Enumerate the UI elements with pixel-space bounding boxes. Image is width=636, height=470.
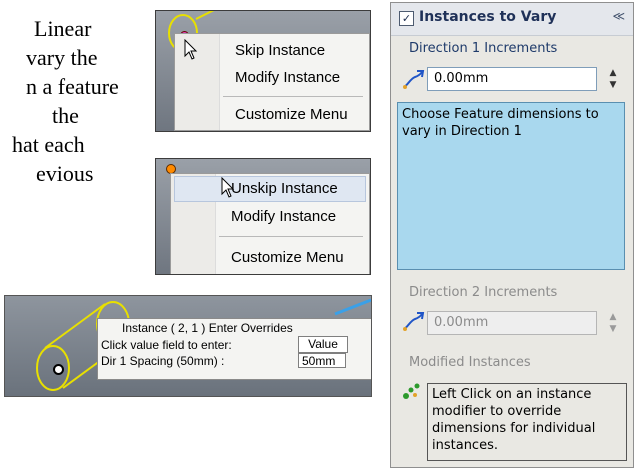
overrides-prompt: Click value field to enter: [101,338,232,352]
menu-separator [219,236,363,237]
overrides-panel: Instance ( 2, 1 ) Enter Overrides Click … [97,318,371,380]
skip-context-menu: Skip Instance Modify Instance Customize … [174,33,370,131]
direction1-dimensions-list[interactable]: Choose Feature dimensions to vary in Dir… [397,102,625,270]
customize-menu-item[interactable]: Customize Menu [171,244,369,271]
increment-icon [403,312,425,331]
spin-up-icon[interactable]: ▲ [607,67,619,79]
document-text: Linear vary the n a feature the hat each… [0,0,150,230]
property-manager: ✓ Instances to Vary ≪ Direction 1 Increm… [390,2,634,468]
dir1-spacing-field[interactable]: 50mm [298,353,346,368]
doc-line: hat each [12,132,85,157]
direction1-label: Direction 1 Increments [409,41,558,56]
direction2-increment-field[interactable]: 0.00mm [427,311,597,335]
direction2-label: Direction 2 Increments [409,285,558,300]
doc-line: vary the [26,45,98,70]
doc-line: Linear [34,16,92,41]
dir1-spacing-label: Dir 1 Spacing (50mm) : [101,354,225,368]
unskip-menu-screenshot: Unskip Instance Modify Instance Customiz… [155,158,371,275]
unskip-context-menu: Unskip Instance Modify Instance Customiz… [170,173,370,274]
overrides-screenshot: Instance ( 2, 1 ) Enter Overrides Click … [4,295,372,397]
modified-instances-message: Left Click on an instance modifier to ov… [427,383,627,461]
group-title: Instances to Vary [419,9,557,25]
doc-line: evious [36,161,94,186]
doc-line: n a feature [26,74,119,99]
overrides-title: Instance ( 2, 1 ) Enter Overrides [122,321,293,335]
doc-line: the [52,103,79,128]
modify-instance-menu-item[interactable]: Modify Instance [175,64,369,91]
cursor-arrow-icon [221,177,235,198]
unskip-instance-menu-item[interactable]: Unskip Instance [171,175,369,202]
menu-separator [223,96,363,97]
value-header: Value [298,336,348,353]
direction1-increment-field[interactable]: 0.00mm [427,67,597,91]
collapse-icon[interactable]: ≪ [612,9,625,23]
cursor-arrow-icon [184,39,198,60]
modified-instances-label: Modified Instances [409,355,531,370]
skip-menu-screenshot: Skip Instance Modify Instance Customize … [155,10,371,132]
spin-up-icon[interactable]: ▲ [607,311,619,323]
pattern-seed-icon [403,383,420,399]
enable-checkbox[interactable]: ✓ [399,11,414,26]
spin-down-icon[interactable]: ▼ [607,79,619,91]
seed-point-marker [53,364,64,375]
group-header[interactable]: ✓ Instances to Vary ≪ [391,3,633,36]
modify-instance-menu-item[interactable]: Modify Instance [171,203,369,230]
spin-down-icon[interactable]: ▼ [607,323,619,335]
customize-menu-item[interactable]: Customize Menu [175,101,369,128]
increment-icon [403,70,425,89]
skip-instance-menu-item[interactable]: Skip Instance [175,37,369,64]
